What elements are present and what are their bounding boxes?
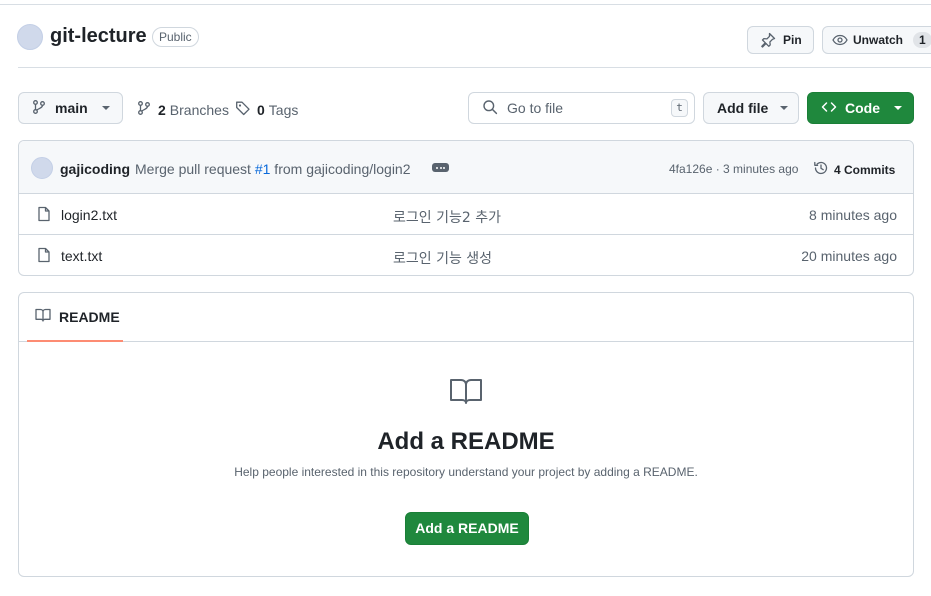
file-name-link[interactable]: text.txt	[61, 248, 102, 264]
pin-icon	[760, 32, 776, 48]
branches-count: 2	[158, 101, 166, 118]
code-label: Code	[845, 100, 880, 116]
readme-tab-bar: README	[19, 293, 913, 342]
shortcut-hint: t	[671, 99, 688, 117]
readme-panel: README Add a README Help people interest…	[18, 292, 914, 577]
branches-link[interactable]: 2 Branches	[136, 100, 229, 119]
go-to-file-input[interactable]: Go to file t	[468, 92, 695, 124]
chevron-down-icon	[894, 106, 902, 110]
go-to-file-placeholder: Go to file	[507, 100, 564, 116]
commit-author-link[interactable]: gajicoding	[60, 161, 130, 177]
file-icon	[36, 206, 52, 225]
git-branch-icon	[31, 99, 47, 118]
commits-count-label: 4 Commits	[834, 162, 896, 177]
file-commit-message[interactable]: 로그인 기능2 추가	[393, 207, 501, 227]
chevron-down-icon	[101, 106, 110, 110]
file-row[interactable]: text.txt 로그인 기능 생성 20 minutes ago	[19, 235, 913, 275]
file-commit-message[interactable]: 로그인 기능 생성	[393, 248, 492, 268]
file-icon	[36, 247, 52, 266]
expand-commit-button[interactable]	[432, 163, 449, 172]
tag-icon	[235, 100, 251, 119]
branches-label: Branches	[169, 101, 229, 118]
visibility-badge: Public	[152, 27, 199, 47]
tags-label: Tags	[268, 101, 299, 118]
branch-name: main	[55, 100, 88, 116]
eye-icon	[832, 32, 848, 48]
history-icon	[813, 160, 829, 179]
chevron-down-icon	[780, 106, 789, 110]
file-updated-time: 20 minutes ago	[801, 248, 897, 264]
unwatch-label: Unwatch	[853, 33, 904, 47]
repo-header: git-lecture Public Pin Unwatch 1	[0, 5, 931, 67]
header-divider	[18, 67, 931, 68]
code-button[interactable]: Code	[807, 92, 914, 124]
book-icon	[449, 377, 483, 408]
git-branch-icon	[136, 100, 152, 119]
commit-message-prefix: Merge pull request	[135, 161, 255, 177]
commit-sha-time[interactable]: 4fa126e · 3 minutes ago	[669, 162, 798, 176]
commit-message[interactable]: Merge pull request #1 from gajicoding/lo…	[135, 161, 411, 177]
code-icon	[821, 99, 837, 118]
add-readme-button[interactable]: Add a README	[405, 512, 529, 545]
owner-avatar[interactable]	[17, 24, 43, 50]
branch-selector-button[interactable]: main	[18, 92, 123, 124]
commits-history-link[interactable]: 4 Commits	[813, 160, 895, 179]
file-name-link[interactable]: login2.txt	[61, 207, 117, 223]
unwatch-button[interactable]: Unwatch 1	[822, 26, 931, 54]
readme-empty-description: Help people interested in this repositor…	[234, 465, 698, 479]
tab-readme[interactable]: README	[27, 293, 123, 342]
author-avatar[interactable]	[31, 157, 53, 179]
add-file-button[interactable]: Add file	[703, 92, 799, 124]
file-browser: gajicoding Merge pull request #1 from ga…	[18, 140, 914, 276]
search-icon	[482, 99, 498, 118]
pin-button[interactable]: Pin	[747, 26, 814, 54]
tags-count: 0	[257, 101, 265, 118]
book-icon	[35, 307, 51, 326]
commit-message-suffix: from gajicoding/login2	[270, 161, 411, 177]
pull-request-link[interactable]: #1	[255, 161, 271, 177]
file-updated-time: 8 minutes ago	[809, 207, 897, 223]
add-file-label: Add file	[717, 100, 769, 116]
repo-name-link[interactable]: git-lecture	[50, 25, 147, 48]
file-row[interactable]: login2.txt 로그인 기능2 추가 8 minutes ago	[19, 194, 913, 235]
latest-commit-bar: gajicoding Merge pull request #1 from ga…	[19, 141, 913, 194]
pin-label: Pin	[783, 33, 802, 47]
tags-link[interactable]: 0 Tags	[235, 100, 298, 119]
watchers-count: 1	[913, 32, 931, 48]
readme-empty-title: Add a README	[377, 428, 555, 455]
readme-tab-label: README	[59, 308, 120, 325]
